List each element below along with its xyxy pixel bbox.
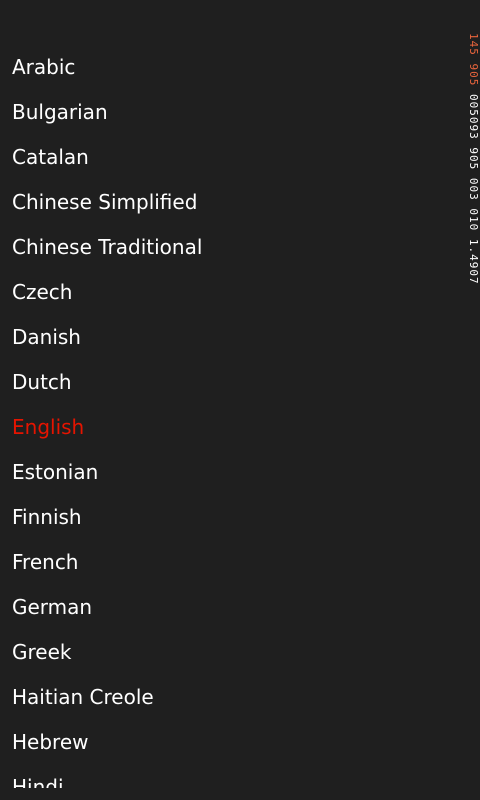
frame-rate-counter-segment: 145 [467,33,480,56]
language-item-hindi[interactable]: Hindi [12,765,458,788]
frame-rate-counter-segment: 005093 905 003 010 1.4907 [467,86,480,285]
language-item-hebrew[interactable]: Hebrew [12,720,458,765]
language-item-estonian[interactable]: Estonian [12,450,458,495]
language-list[interactable]: Arabic Bulgarian Catalan Chinese Simplified… [12,45,458,788]
language-picker-screen: Arabic Bulgarian Catalan Chinese Simplified… [0,0,480,800]
language-item-arabic[interactable]: Arabic [12,45,458,90]
language-item-bulgarian[interactable]: Bulgarian [12,90,458,135]
language-item-czech[interactable]: Czech [12,270,458,315]
language-item-danish[interactable]: Danish [12,315,458,360]
language-item-french[interactable]: French [12,540,458,585]
language-item-chinese-simplified[interactable]: Chinese Simplified [12,180,458,225]
language-item-chinese-traditional[interactable]: Chinese Traditional [12,225,458,270]
language-item-catalan[interactable]: Catalan [12,135,458,180]
frame-rate-counter-text: 145 905 005093 905 003 010 1.4907 [466,33,480,285]
language-item-dutch[interactable]: Dutch [12,360,458,405]
language-item-german[interactable]: German [12,585,458,630]
language-item-finnish[interactable]: Finnish [12,495,458,540]
language-item-haitian-creole[interactable]: Haitian Creole [12,675,458,720]
frame-rate-counter-segment: 905 [467,55,480,87]
frame-rate-counter: 145 905 005093 905 003 010 1.4907 [466,33,480,393]
language-item-english[interactable]: English [12,405,458,450]
language-item-greek[interactable]: Greek [12,630,458,675]
